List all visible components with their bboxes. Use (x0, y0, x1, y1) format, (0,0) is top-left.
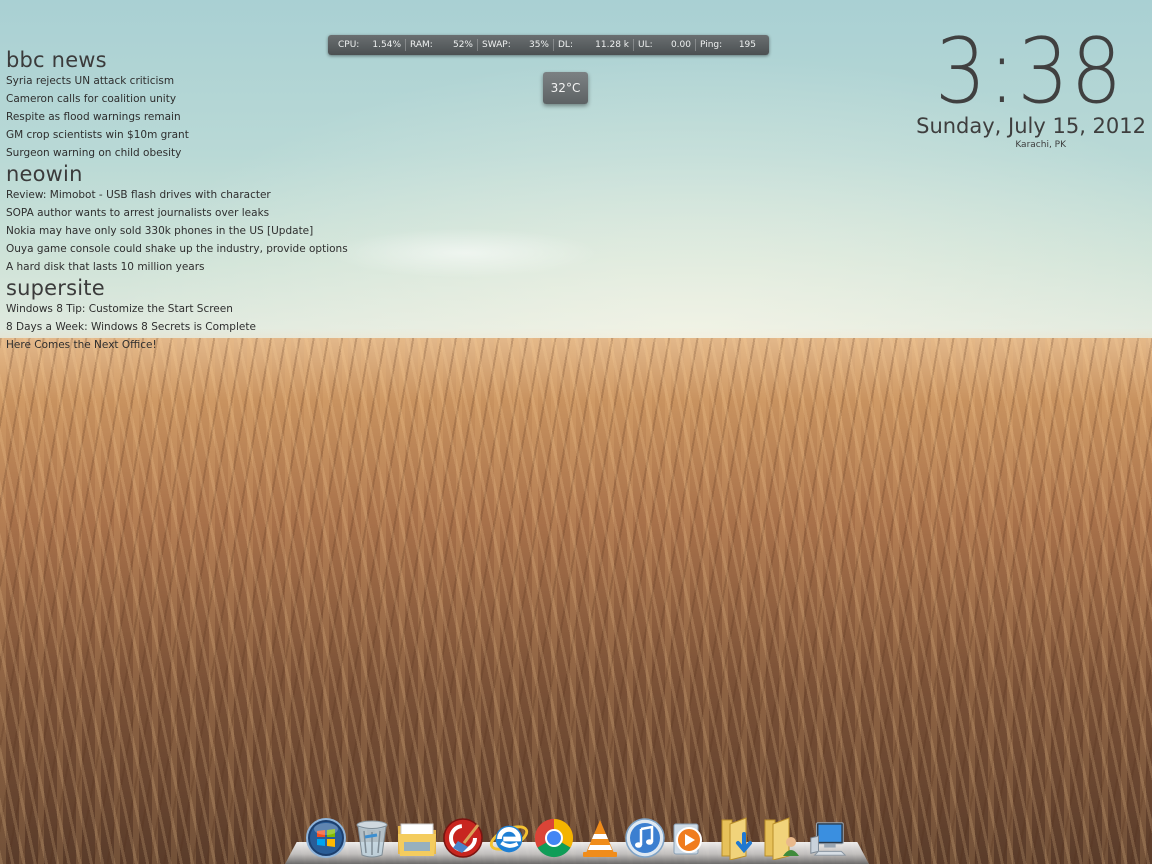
windows-start-icon[interactable] (305, 816, 347, 860)
itunes-icon[interactable] (624, 816, 666, 860)
news-feeds-widget: bbc news Syria rejects UN attack critici… (6, 48, 348, 354)
feed-item[interactable]: Nokia may have only sold 330k phones in … (6, 222, 346, 240)
feed-title[interactable]: supersite (6, 276, 346, 300)
feed-title[interactable]: bbc news (6, 48, 346, 72)
upload-stat: UL: 0.00 (634, 39, 696, 51)
clock-time: 3:38 (934, 19, 1124, 124)
upload-value: 0.00 (670, 40, 691, 50)
swap-label: SWAP: (482, 40, 511, 50)
temperature-value: 32°C (550, 81, 581, 95)
feed-item[interactable]: Review: Mimobot - USB flash drives with … (6, 186, 346, 204)
ping-value: 195 (738, 40, 756, 50)
google-chrome-icon[interactable] (533, 816, 575, 860)
dock (305, 812, 849, 860)
download-stat: DL: 11.28 k (554, 39, 634, 51)
desktop: bbc news Syria rejects UN attack critici… (0, 0, 1152, 864)
ram-value: 52% (452, 40, 473, 50)
system-stats-bar: CPU: 1.54% RAM: 52% SWAP: 35% DL: 11.28 … (328, 35, 769, 55)
feed-item[interactable]: Ouya game console could shake up the ind… (6, 240, 348, 258)
ccleaner-icon[interactable] (442, 816, 484, 860)
feed-item[interactable]: Windows 8 Tip: Customize the Start Scree… (6, 300, 346, 318)
feed-item[interactable]: SOPA author wants to arrest journalists … (6, 204, 346, 222)
feed-item[interactable]: A hard disk that lasts 10 million years (6, 258, 346, 276)
wheat-field-wallpaper (0, 338, 1152, 864)
weather-widget[interactable]: 32°C (543, 72, 588, 104)
user-folder-icon[interactable] (761, 816, 803, 860)
ping-stat: Ping: 195 (696, 39, 760, 51)
clock-widget: 3:38 Sunday, July 15, 2012 Karachi, PK (886, 24, 1146, 152)
cpu-stat: CPU: 1.54% (334, 39, 406, 51)
cpu-label: CPU: (338, 40, 360, 50)
feed-group-neowin: neowin Review: Mimobot - USB flash drive… (6, 162, 348, 276)
recycle-bin-icon[interactable] (351, 816, 393, 860)
file-explorer-icon[interactable] (396, 816, 438, 860)
download-label: DL: (558, 40, 573, 50)
feed-item[interactable]: Here Comes the Next Office! (6, 336, 346, 354)
vlc-player-icon[interactable] (579, 816, 621, 860)
feed-group-bbc: bbc news Syria rejects UN attack critici… (6, 48, 346, 162)
cloud (330, 228, 600, 278)
internet-explorer-icon[interactable] (488, 816, 530, 860)
feed-item[interactable]: Respite as flood warnings remain (6, 108, 346, 126)
media-player-icon[interactable] (670, 816, 712, 860)
ram-stat: RAM: 52% (406, 39, 478, 51)
swap-stat: SWAP: 35% (478, 39, 554, 51)
feed-item[interactable]: 8 Days a Week: Windows 8 Secrets is Comp… (6, 318, 346, 336)
feed-item[interactable]: GM crop scientists win $10m grant (6, 126, 346, 144)
feed-title[interactable]: neowin (6, 162, 346, 186)
clock-location: Karachi, PK (1015, 140, 1066, 150)
swap-value: 35% (528, 40, 549, 50)
feed-item[interactable]: Syria rejects UN attack criticism (6, 72, 346, 90)
cpu-value: 1.54% (372, 40, 401, 50)
ram-label: RAM: (410, 40, 433, 50)
feed-group-supersite: supersite Windows 8 Tip: Customize the S… (6, 276, 346, 354)
upload-label: UL: (638, 40, 653, 50)
downloads-folder-icon[interactable] (716, 816, 758, 860)
computer-icon[interactable] (807, 816, 849, 860)
download-value: 11.28 k (595, 40, 629, 50)
ping-label: Ping: (700, 40, 723, 50)
feed-item[interactable]: Cameron calls for coalition unity (6, 90, 346, 108)
feed-item[interactable]: Surgeon warning on child obesity (6, 144, 346, 162)
